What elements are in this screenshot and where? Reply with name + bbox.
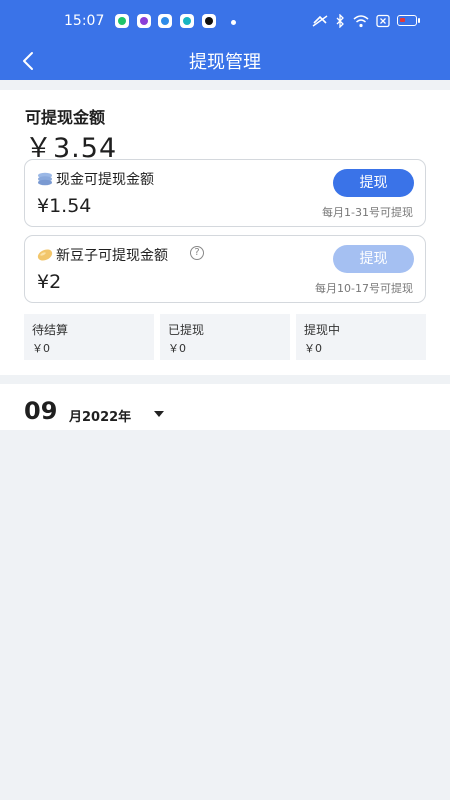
battery-icon	[397, 15, 417, 26]
battery-cap	[418, 18, 420, 23]
stat-value: ￥0	[32, 342, 50, 355]
beans-withdraw-button[interactable]: 提现	[333, 245, 414, 273]
status-bar: 15:07	[0, 0, 450, 44]
coin-stack-icon	[38, 172, 52, 186]
balance-card: 可提现金额 ￥3.54 现金可提现金额 ¥1.54 提现 每月1-31号可提现 …	[0, 90, 450, 375]
purple-app-icon	[137, 14, 151, 28]
cash-amount: ¥1.54	[37, 195, 92, 217]
stat-label: 待结算	[32, 323, 69, 337]
status-time: 15:07	[64, 13, 105, 29]
mute-icon	[312, 15, 328, 27]
available-amount-label: 可提现金额	[25, 108, 106, 127]
more-notifications-dot	[231, 20, 236, 25]
month-selector[interactable]: 09 月2022年	[0, 384, 450, 430]
stat-label: 已提现	[168, 323, 205, 337]
stat-label: 提现中	[304, 323, 341, 337]
nav-bar: 提现管理	[0, 44, 450, 80]
month-number: 09	[24, 397, 58, 425]
black-app-icon	[202, 14, 216, 28]
blue-app-icon	[158, 14, 172, 28]
stat-value: ￥0	[168, 342, 186, 355]
green-app-icon	[115, 14, 129, 28]
beans-title: 新豆子可提现金额	[56, 248, 168, 264]
cash-withdraw-card: 现金可提现金额 ¥1.54 提现 每月1-31号可提现	[24, 159, 426, 227]
caret-down-icon[interactable]	[154, 411, 164, 417]
beans-withdraw-note: 每月10-17号可提现	[315, 282, 413, 295]
wifi-icon	[353, 15, 369, 28]
bean-icon	[37, 249, 53, 261]
stat-processing: 提现中 ￥0	[296, 314, 426, 360]
cash-title: 现金可提现金额	[56, 172, 154, 188]
sim-icon	[376, 14, 390, 28]
stat-withdrawn: 已提现 ￥0	[160, 314, 290, 360]
help-icon[interactable]: ?	[190, 246, 204, 260]
beans-amount: ¥2	[37, 271, 62, 293]
bluetooth-icon	[336, 14, 344, 28]
stat-value: ￥0	[304, 342, 322, 355]
month-year-label: 月2022年	[69, 410, 132, 425]
teal-app-icon	[180, 14, 194, 28]
beans-withdraw-card: 新豆子可提现金额 ? ¥2 提现 每月10-17号可提现	[24, 235, 426, 303]
page-title: 提现管理	[189, 52, 261, 73]
cash-withdraw-button[interactable]: 提现	[333, 169, 414, 197]
stat-pending: 待结算 ￥0	[24, 314, 154, 360]
cash-withdraw-note: 每月1-31号可提现	[322, 206, 413, 219]
